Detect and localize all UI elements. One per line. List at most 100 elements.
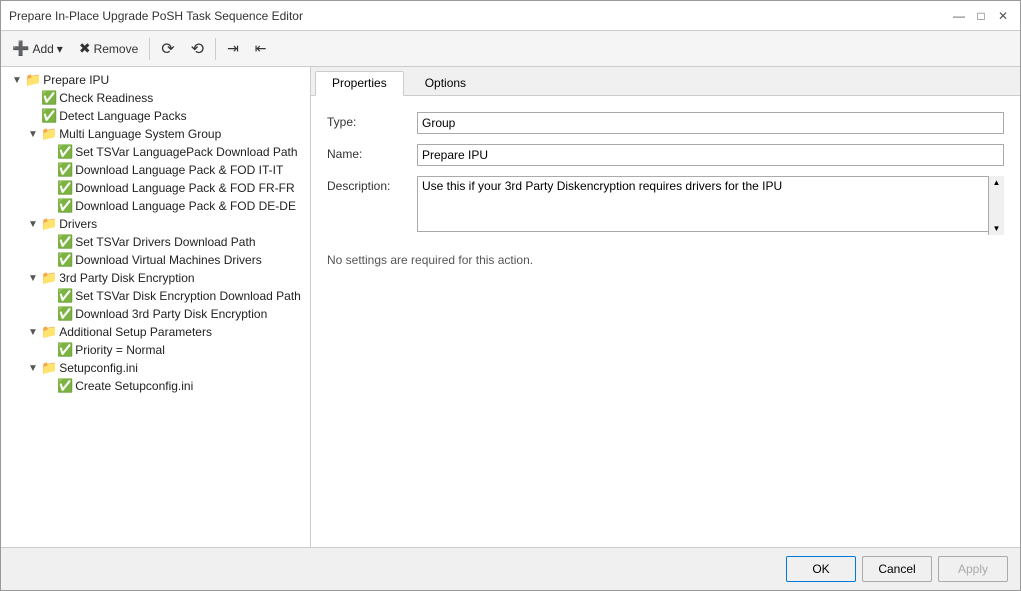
tree-item-multi-lang-group[interactable]: ▼ 📁 Multi Language System Group [1,125,310,143]
separator-2 [215,38,216,60]
label-detect-lang: Detect Language Packs [59,109,186,123]
add-label: Add [32,42,53,56]
tree-item-priority[interactable]: ✅ Priority = Normal [1,341,310,359]
remove-button[interactable]: ✖ Remove [72,36,145,61]
description-textarea[interactable] [417,176,1004,232]
tree-item-download-diskenc[interactable]: ✅ Download 3rd Party Disk Encryption [1,305,310,323]
label-tsvar-langpack: Set TSVar LanguagePack Download Path [75,145,297,159]
outdent-icon: ⇤ [255,40,267,57]
label-download-diskenc: Download 3rd Party Disk Encryption [75,307,267,321]
label-addl-setup: Additional Setup Parameters [59,325,212,339]
maximize-button[interactable]: □ [972,7,990,25]
scroll-down-icon[interactable]: ▼ [993,224,1001,233]
check-icon-1: ✅ [41,90,57,106]
folder-icon-3rdparty: 📁 [41,270,57,286]
tabs: Properties Options [311,67,1020,96]
label-check-readiness: Check Readiness [59,91,153,105]
separator-1 [149,38,150,60]
expand-multi-lang-icon[interactable]: ▼ [25,129,41,140]
tree-item-create-setupconfig[interactable]: ✅ Create Setupconfig.ini [1,377,310,395]
main-content: ▼ 📁 Prepare IPU ✅ Check Readiness ✅ Dete… [1,67,1020,547]
description-label: Description: [327,176,417,193]
expand-addl-setup-icon[interactable]: ▼ [25,327,41,338]
check-icon-7: ✅ [57,234,73,250]
tree-item-addl-setup-group[interactable]: ▼ 📁 Additional Setup Parameters [1,323,310,341]
tree-item-tsvar-diskenc[interactable]: ✅ Set TSVar Disk Encryption Download Pat… [1,287,310,305]
right-panel: Properties Options Type: Name: [311,67,1020,547]
name-input[interactable] [417,144,1004,166]
cancel-button[interactable]: Cancel [862,556,932,582]
bottom-bar: OK Cancel Apply [1,547,1020,590]
no-settings-text: No settings are required for this action… [327,245,1004,275]
tree-root-item[interactable]: ▼ 📁 Prepare IPU [1,71,310,89]
title-bar: Prepare In-Place Upgrade PoSH Task Seque… [1,1,1020,31]
tree-item-lang-fod-it[interactable]: ✅ Download Language Pack & FOD IT-IT [1,161,310,179]
tree-item-drivers-group[interactable]: ▼ 📁 Drivers [1,215,310,233]
expand-setupconfig-icon[interactable]: ▼ [25,363,41,374]
spacer-11 [41,345,57,356]
check-icon-6: ✅ [57,198,73,214]
check-icon-9: ✅ [57,288,73,304]
check-icon-8: ✅ [57,252,73,268]
apply-button[interactable]: Apply [938,556,1008,582]
tree-item-lang-fod-fr[interactable]: ✅ Download Language Pack & FOD FR-FR [1,179,310,197]
type-field [417,112,1004,134]
type-input[interactable] [417,112,1004,134]
indent-button[interactable]: ⇥ [220,36,246,61]
tab-properties[interactable]: Properties [315,71,404,96]
outdent-button[interactable]: ⇤ [248,36,274,61]
spacer-3 [41,147,57,158]
remove-label: Remove [94,42,139,56]
label-multi-lang: Multi Language System Group [59,127,221,141]
expand-drivers-icon[interactable]: ▼ [25,219,41,230]
minimize-button[interactable]: — [950,7,968,25]
spacer-12 [41,381,57,392]
tab-options[interactable]: Options [408,71,483,95]
spacer-10 [41,309,57,320]
spacer-9 [41,291,57,302]
scroll-up-icon[interactable]: ▲ [993,178,1001,187]
type-row: Type: [327,112,1004,134]
tree-item-tsvar-drivers[interactable]: ✅ Set TSVar Drivers Download Path [1,233,310,251]
folder-icon-multi-lang: 📁 [41,126,57,142]
remove-icon: ✖ [79,40,91,57]
move-down-icon: ⟲ [191,39,204,59]
description-scrollbar[interactable]: ▲ ▼ [988,176,1004,235]
spacer-7 [41,237,57,248]
expand-root-icon[interactable]: ▼ [9,75,25,86]
name-label: Name: [327,144,417,161]
tree-item-vms-drivers[interactable]: ✅ Download Virtual Machines Drivers [1,251,310,269]
name-row: Name: [327,144,1004,166]
label-lang-fod-it: Download Language Pack & FOD IT-IT [75,163,283,177]
add-button[interactable]: ➕ Add ▾ [5,36,70,61]
ok-button[interactable]: OK [786,556,856,582]
label-vms-drivers: Download Virtual Machines Drivers [75,253,262,267]
spacer-4 [41,165,57,176]
check-icon-12: ✅ [57,378,73,394]
check-icon-4: ✅ [57,162,73,178]
label-setupconfig: Setupconfig.ini [59,361,138,375]
type-label: Type: [327,112,417,129]
tree-item-setupconfig-group[interactable]: ▼ 📁 Setupconfig.ini [1,359,310,377]
move-up-button[interactable]: ⟳ [154,35,181,63]
label-lang-fod-fr: Download Language Pack & FOD FR-FR [75,181,294,195]
tree-item-3rdparty-group[interactable]: ▼ 📁 3rd Party Disk Encryption [1,269,310,287]
label-3rdparty: 3rd Party Disk Encryption [59,271,194,285]
move-down-button[interactable]: ⟲ [184,35,211,63]
expand-3rdparty-icon[interactable]: ▼ [25,273,41,284]
move-up-icon: ⟳ [161,39,174,59]
folder-icon-addl-setup: 📁 [41,324,57,340]
title-controls: — □ ✕ [950,7,1012,25]
spacer-6 [41,201,57,212]
toolbar: ➕ Add ▾ ✖ Remove ⟳ ⟲ ⇥ ⇤ [1,31,1020,67]
description-field: ▲ ▼ [417,176,1004,235]
check-icon-2: ✅ [41,108,57,124]
close-button[interactable]: ✕ [994,7,1012,25]
folder-icon: 📁 [25,72,41,88]
main-window: Prepare In-Place Upgrade PoSH Task Seque… [0,0,1021,591]
tree-item-lang-fod-de[interactable]: ✅ Download Language Pack & FOD DE-DE [1,197,310,215]
tree-item-tsvar-langpack[interactable]: ✅ Set TSVar LanguagePack Download Path [1,143,310,161]
tree-item-detect-lang[interactable]: ✅ Detect Language Packs [1,107,310,125]
tree-item-check-readiness[interactable]: ✅ Check Readiness [1,89,310,107]
folder-icon-setupconfig: 📁 [41,360,57,376]
